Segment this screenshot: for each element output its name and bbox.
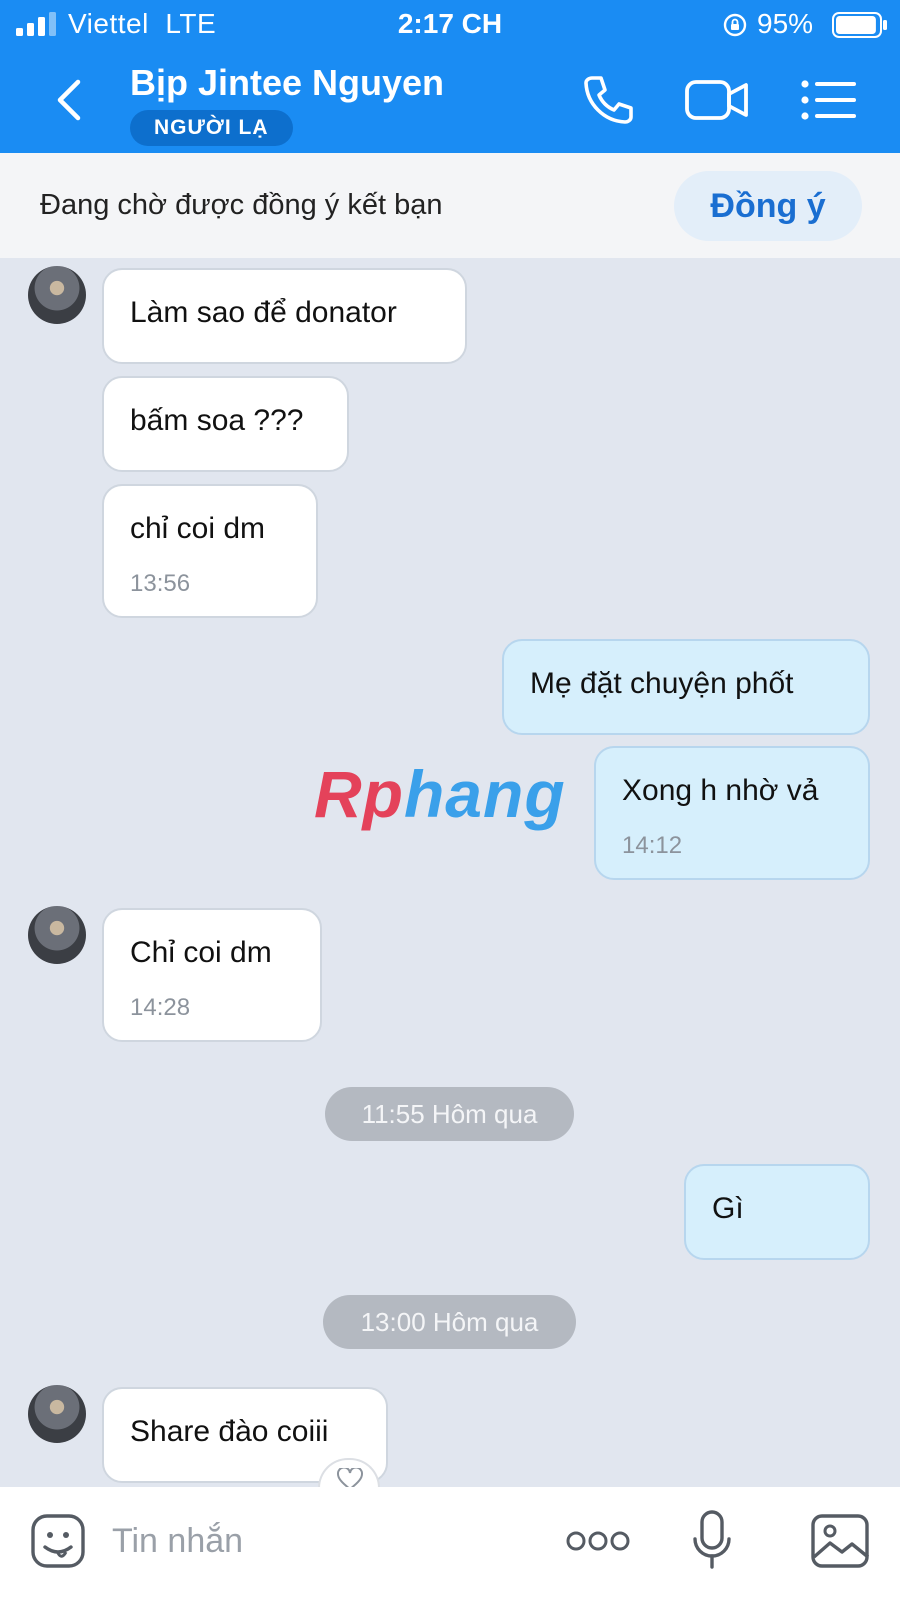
stranger-badge: NGƯỜI LẠ bbox=[130, 110, 293, 146]
date-separator: 13:00 Hôm qua bbox=[323, 1295, 576, 1349]
chat-header: Viettel LTE 2:17 CH 95% Bịp Jintee Nguye… bbox=[0, 0, 900, 153]
friend-request-bar: Đang chờ được đồng ý kết bạn Đồng ý bbox=[0, 153, 900, 258]
accept-friend-button[interactable]: Đồng ý bbox=[674, 171, 862, 241]
contact-name[interactable]: Bịp Jintee Nguyen bbox=[130, 62, 444, 104]
message-text: Làm sao để donator bbox=[130, 296, 397, 329]
contact-avatar[interactable] bbox=[28, 1385, 86, 1443]
message-bubble-received[interactable]: chỉ coi dm 13:56 bbox=[102, 484, 318, 618]
message-time: 14:12 bbox=[622, 832, 683, 859]
message-bubble-received[interactable]: Làm sao để donator bbox=[102, 268, 467, 364]
message-bubble-received[interactable]: Chỉ coi dm 14:28 bbox=[102, 908, 322, 1042]
battery-percent: 95% bbox=[757, 8, 814, 39]
status-bar: Viettel LTE 2:17 CH 95% bbox=[0, 0, 900, 50]
more-icon[interactable] bbox=[566, 1529, 630, 1553]
friend-request-text: Đang chờ được đồng ý kết bạn bbox=[40, 189, 443, 221]
message-text: Gì bbox=[712, 1192, 744, 1225]
message-text: Share đào coiii bbox=[130, 1415, 329, 1448]
message-bubble-sent[interactable]: Xong h nhờ vả 14:12 bbox=[594, 746, 870, 880]
video-camera-icon[interactable] bbox=[684, 72, 750, 128]
rotation-lock-icon bbox=[723, 13, 747, 37]
phone-icon[interactable] bbox=[578, 72, 634, 128]
message-time: 14:28 bbox=[130, 994, 191, 1021]
message-bubble-received[interactable]: bấm soa ??? bbox=[102, 376, 349, 472]
message-bubble-sent[interactable]: Mẹ đặt chuyện phốt bbox=[502, 639, 870, 735]
message-text: Mẹ đặt chuyện phốt bbox=[530, 667, 794, 700]
microphone-icon[interactable] bbox=[692, 1509, 732, 1571]
contact-avatar[interactable] bbox=[28, 906, 86, 964]
message-text: bấm soa ??? bbox=[130, 404, 304, 437]
message-time: 13:56 bbox=[130, 570, 191, 597]
message-bubble-sent[interactable]: Gì bbox=[684, 1164, 870, 1260]
message-input-bar bbox=[0, 1487, 900, 1600]
message-text: chỉ coi dm bbox=[130, 512, 266, 545]
gallery-icon[interactable] bbox=[810, 1513, 870, 1569]
date-separator: 11:55 Hôm qua bbox=[325, 1087, 574, 1141]
menu-list-icon[interactable] bbox=[800, 72, 858, 128]
battery-icon bbox=[832, 12, 887, 38]
message-text: Chỉ coi dm bbox=[130, 936, 272, 969]
back-icon[interactable] bbox=[50, 76, 90, 124]
contact-avatar[interactable] bbox=[28, 266, 86, 324]
message-input[interactable] bbox=[112, 1515, 512, 1567]
message-text: Xong h nhờ vả bbox=[622, 774, 819, 807]
emoji-icon[interactable] bbox=[30, 1513, 86, 1569]
watermark-logo: Rphang bbox=[314, 757, 566, 831]
